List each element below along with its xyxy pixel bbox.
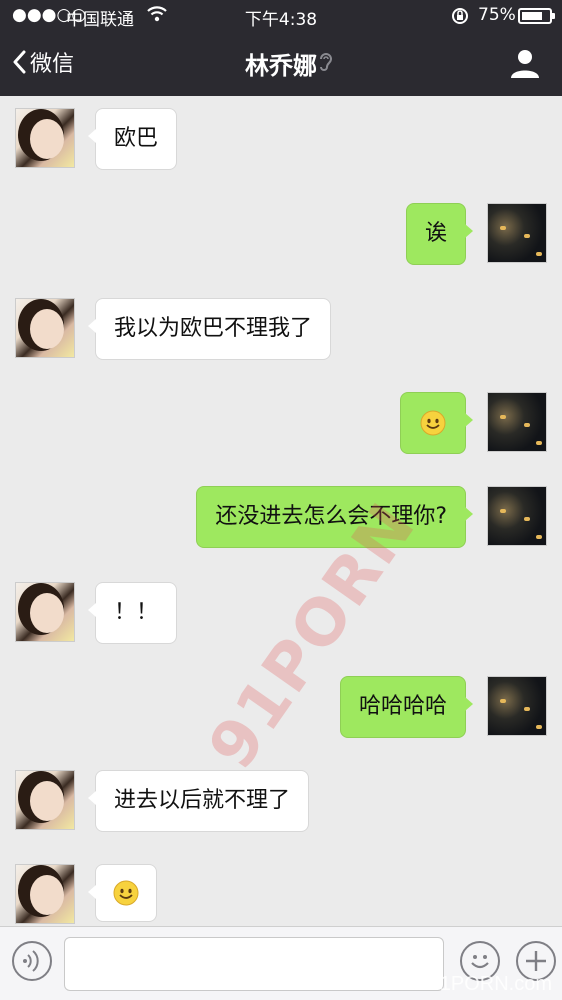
watermark-corner: 91PORN.com bbox=[428, 973, 552, 995]
message-input[interactable] bbox=[64, 937, 444, 991]
voice-input-icon[interactable] bbox=[12, 941, 52, 981]
contact-avatar[interactable] bbox=[15, 864, 75, 924]
smile-emoji bbox=[420, 410, 446, 436]
earpiece-mode-icon bbox=[318, 50, 334, 78]
input-bar: 91PORN.com bbox=[0, 926, 562, 1000]
my-avatar[interactable] bbox=[487, 392, 547, 452]
my-avatar[interactable] bbox=[487, 203, 547, 263]
contact-info-icon[interactable] bbox=[508, 46, 542, 84]
nav-bar: 微信 林乔娜 bbox=[0, 30, 562, 96]
message-bubble[interactable] bbox=[88, 864, 157, 922]
message-bubble[interactable] bbox=[400, 392, 473, 454]
contact-avatar[interactable] bbox=[15, 108, 75, 168]
my-avatar[interactable] bbox=[487, 676, 547, 736]
chat-title: 林乔娜 bbox=[245, 52, 317, 80]
smile-emoji bbox=[113, 880, 139, 906]
contact-avatar[interactable] bbox=[15, 770, 75, 830]
battery-percent: 75% bbox=[478, 5, 516, 25]
message-bubble[interactable]: 哈哈哈哈 bbox=[339, 676, 474, 738]
status-bar: ●●●○○ 中国联通 下午4:38 75% bbox=[0, 0, 562, 30]
battery-icon bbox=[518, 8, 555, 24]
message-bubble[interactable]: 诶 bbox=[405, 203, 474, 265]
rotation-lock-icon bbox=[450, 6, 470, 31]
message-bubble[interactable]: 进去以后就不理了 bbox=[87, 770, 310, 832]
my-avatar[interactable] bbox=[487, 486, 547, 546]
contact-avatar[interactable] bbox=[15, 298, 75, 358]
message-bubble[interactable]: ！！ bbox=[87, 582, 178, 644]
message-bubble[interactable]: 我以为欧巴不理我了 bbox=[87, 298, 332, 360]
contact-avatar[interactable] bbox=[15, 582, 75, 642]
message-bubble[interactable]: 欧巴 bbox=[87, 108, 178, 170]
message-list[interactable]: 欧巴 诶 我以为欧巴不理我了 还没进去怎么会不理你? ！！ 哈哈哈哈 进去以后就… bbox=[0, 96, 562, 926]
